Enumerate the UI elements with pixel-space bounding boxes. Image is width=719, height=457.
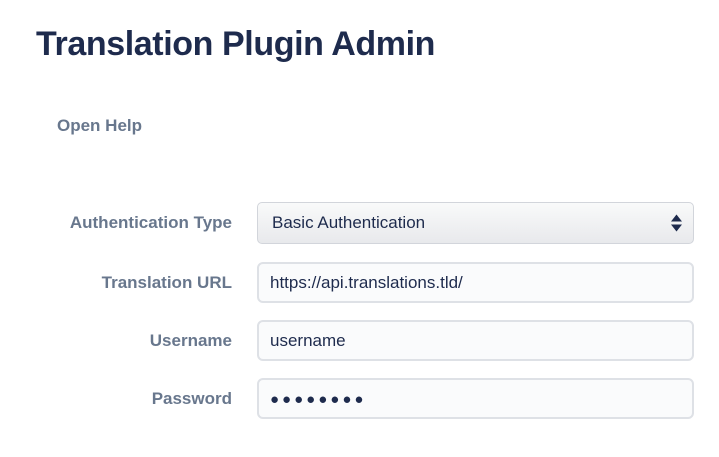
translation-url-input[interactable]	[257, 262, 694, 303]
form-row-password: Password	[0, 378, 719, 419]
page: Translation Plugin Admin Open Help Authe…	[0, 26, 719, 457]
field-control	[257, 262, 694, 303]
form-row-authentication-type: Authentication Type Basic Authentication	[0, 202, 719, 244]
field-control	[257, 378, 694, 419]
authentication-type-select[interactable]: Basic Authentication	[257, 202, 694, 244]
password-input[interactable]	[257, 378, 694, 419]
open-help-link[interactable]: Open Help	[57, 116, 142, 136]
select-updown-icon	[671, 215, 682, 232]
field-control: Basic Authentication	[257, 202, 694, 244]
username-label: Username	[0, 331, 232, 351]
password-label: Password	[0, 389, 232, 409]
field-control	[257, 320, 694, 361]
page-title: Translation Plugin Admin	[36, 26, 719, 62]
form-row-username: Username	[0, 320, 719, 361]
username-input[interactable]	[257, 320, 694, 361]
authentication-type-label: Authentication Type	[0, 213, 232, 233]
admin-form: Authentication Type Basic Authentication…	[0, 202, 719, 419]
authentication-type-select-value: Basic Authentication	[272, 213, 425, 233]
form-row-translation-url: Translation URL	[0, 262, 719, 303]
translation-url-label: Translation URL	[0, 273, 232, 293]
